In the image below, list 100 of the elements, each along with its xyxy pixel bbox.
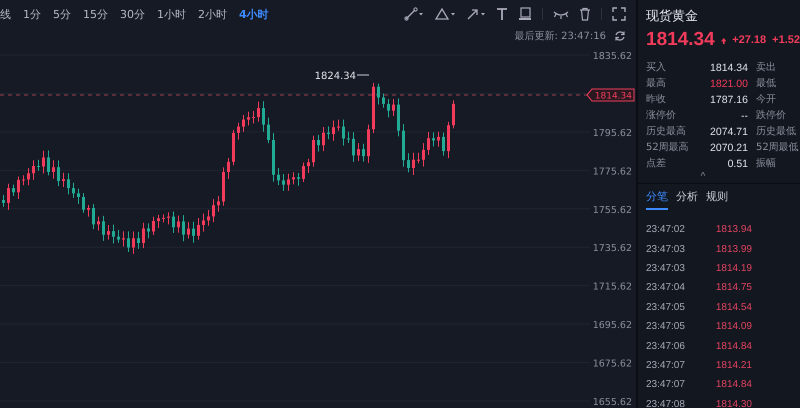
candlestick — [392, 98, 395, 116]
candlestick — [222, 166, 225, 206]
text-tool-icon[interactable] — [496, 7, 508, 21]
interval-tab[interactable]: 2小时 — [193, 4, 232, 24]
candlestick — [297, 172, 300, 186]
delete-icon[interactable] — [579, 7, 591, 21]
stat-value: -- — [740, 109, 748, 123]
candlestick — [357, 142, 360, 162]
interval-tab[interactable]: 15分 — [78, 4, 113, 24]
trade-time: 23:47:04 — [646, 282, 685, 294]
axis-label: 1795.62 — [592, 128, 632, 139]
candlestick — [452, 100, 455, 129]
price-change: +27.18 — [732, 34, 766, 46]
candlestick — [277, 168, 280, 186]
stat-label: 今开 — [756, 93, 777, 107]
candlestick — [177, 215, 180, 234]
interval-tab[interactable]: 30分 — [115, 4, 150, 24]
trade-time: 23:47:08 — [646, 398, 685, 408]
candlestick — [112, 224, 115, 244]
candlestick — [32, 160, 35, 180]
refresh-icon[interactable] — [614, 30, 626, 42]
panel-tab[interactable]: 规则 — [706, 189, 728, 210]
candlestick — [162, 214, 165, 223]
candlestick — [72, 182, 75, 198]
stat-value: 2070.21 — [709, 141, 748, 155]
stat-label: 卖出 — [756, 61, 777, 75]
candlestick — [107, 224, 110, 240]
candlestick — [377, 83, 380, 106]
interval-tab[interactable]: 1小时 — [152, 4, 191, 24]
current-price-tag: 1814.34 — [586, 88, 634, 102]
axis-label: 1735.62 — [592, 243, 632, 254]
candlestick — [317, 134, 320, 152]
candlestick — [422, 142, 425, 167]
stat-label: 最高 — [646, 77, 667, 91]
candlestick — [342, 119, 345, 146]
candlestick — [57, 160, 60, 187]
candlestick — [132, 230, 135, 254]
fullscreen-icon[interactable] — [612, 7, 626, 21]
candlestick — [287, 173, 290, 192]
candlestick — [272, 132, 275, 182]
collapse-button[interactable]: ^ — [700, 171, 706, 183]
trade-time: 23:47:06 — [646, 340, 685, 352]
candlestick — [167, 212, 170, 225]
line-tool-icon[interactable] — [404, 7, 424, 21]
candlestick — [312, 135, 315, 168]
axis-label: 1755.62 — [592, 204, 632, 216]
candlestick — [322, 126, 325, 152]
axis-label: 1775.62 — [592, 166, 632, 178]
candlestick — [62, 172, 65, 188]
arrow-tool-icon[interactable] — [466, 7, 486, 21]
stat-label: 涨停价 — [646, 109, 677, 123]
stat-label: 昨收 — [646, 93, 667, 107]
trade-price: 1813.94 — [716, 224, 752, 236]
candlestick — [232, 129, 235, 166]
candlestick — [242, 114, 245, 132]
stat-label: 最低 — [756, 77, 777, 91]
candlestick — [67, 172, 70, 195]
interval-tab[interactable]: 线 — [0, 4, 16, 24]
candlestick — [202, 213, 205, 232]
candlestick — [42, 150, 45, 174]
panel-tab[interactable]: 分笔 — [646, 189, 668, 210]
candlestick — [407, 152, 410, 173]
candlestick — [152, 216, 155, 236]
candlestick — [187, 221, 190, 239]
candlestick — [182, 214, 185, 242]
stat-value: 2074.71 — [709, 125, 748, 139]
candlestick — [347, 131, 350, 144]
interval-tab[interactable]: 1分 — [18, 4, 46, 24]
candlestick — [142, 222, 145, 249]
candlestick — [12, 184, 15, 197]
interval-tab[interactable]: 4小时 — [234, 4, 274, 24]
candlestick — [197, 217, 200, 240]
trade-time: 23:47:07 — [646, 379, 685, 390]
stat-value: 1787.16 — [709, 93, 748, 107]
candlestick — [307, 158, 310, 174]
instrument-title: 现货黄金 — [646, 8, 699, 25]
stamp-tool-icon[interactable] — [518, 7, 532, 21]
leader-line — [356, 74, 370, 76]
candlestick — [327, 126, 330, 140]
candlestick — [212, 198, 215, 223]
trade-time: 23:47:05 — [646, 321, 685, 332]
candlestick — [7, 183, 10, 210]
interval-tab[interactable]: 5分 — [48, 4, 76, 24]
trade-time: 23:47:05 — [646, 302, 685, 313]
trade-price: 1814.75 — [716, 282, 752, 294]
triangle-tool-icon[interactable] — [434, 7, 456, 21]
candlestick — [127, 230, 130, 252]
candlestick — [267, 117, 270, 144]
candlestick — [262, 100, 265, 132]
panel-tab[interactable]: 分析 — [676, 189, 698, 210]
candlestick — [92, 204, 95, 230]
trade-price: 1814.19 — [716, 262, 752, 274]
axis-label: 1655.62 — [592, 396, 632, 408]
candlestick — [122, 230, 125, 248]
axis-label: 1695.62 — [592, 320, 632, 332]
stat-value: 1821.00 — [709, 77, 748, 91]
candlestick — [77, 188, 80, 204]
candlestick — [257, 101, 260, 122]
candlestick — [87, 204, 90, 218]
trade-price: 1814.30 — [716, 398, 752, 408]
